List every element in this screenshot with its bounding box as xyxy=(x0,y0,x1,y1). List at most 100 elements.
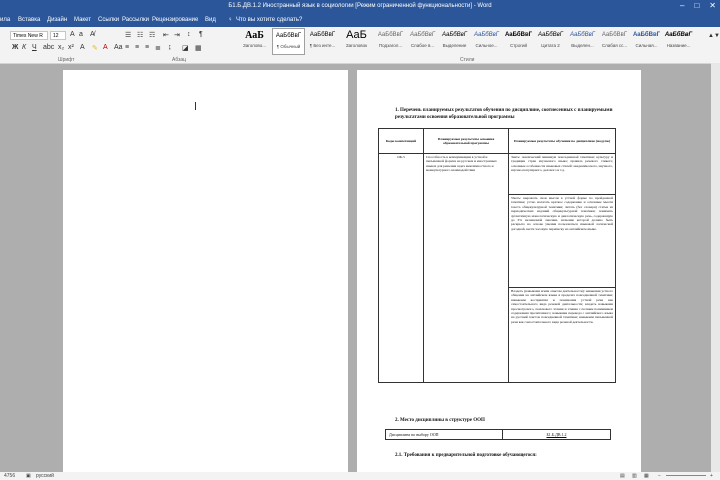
proofing-icon[interactable]: ▣ xyxy=(26,473,31,479)
status-bar: 4756 ▣ русский ▤ ▥ ▦ − + xyxy=(0,472,720,480)
vertical-scrollbar[interactable] xyxy=(711,63,720,472)
section-heading-3: 2.1. Требования к предварительной подгот… xyxy=(395,453,537,458)
shrink-font-icon[interactable]: a xyxy=(79,31,83,38)
style-quote[interactable]: AaБбВвГ Цитата 2 xyxy=(534,28,567,55)
page-right[interactable]: 1. Перечень планируемых результатов обуч… xyxy=(357,70,641,472)
tab-insert[interactable]: Вставка xyxy=(18,17,40,23)
table-header: Коды компетенций xyxy=(378,128,424,154)
show-marks-icon[interactable]: ¶ xyxy=(199,31,203,38)
align-center-icon[interactable]: ≡ xyxy=(135,44,139,51)
tab-design[interactable]: Дизайн xyxy=(47,17,67,23)
style-name: Заголово... xyxy=(243,43,266,48)
style-book-title[interactable]: AaБбВвГ Название... xyxy=(662,28,695,55)
style-name: Слабая сс... xyxy=(601,43,628,48)
italic-icon[interactable]: К xyxy=(22,44,26,51)
style-sample: AaБбВвГ xyxy=(569,32,596,38)
tab-references[interactable]: Ссылки xyxy=(98,17,119,23)
tab-view[interactable]: Вид xyxy=(205,17,216,23)
style-strong[interactable]: AaБбВвГ Строгий xyxy=(502,28,535,55)
increase-indent-icon[interactable]: ⇥ xyxy=(174,31,180,39)
table-row: ОК-5 Способность к коммуникации в устной… xyxy=(378,153,616,383)
style-sample: AaБбВвГ xyxy=(275,33,302,39)
bullets-icon[interactable]: ☰ xyxy=(125,31,131,39)
grow-font-icon[interactable]: A xyxy=(70,31,75,38)
discipline-code: Б1.Б.ДВ.1.2 xyxy=(502,429,611,440)
strikethrough-icon[interactable]: abc xyxy=(43,44,54,51)
title-bar: Б1.Б.ДВ.1.2 Иностранный язык в социологи… xyxy=(0,0,720,14)
style-normal[interactable]: AaБбВвГ ¶ Обычный xyxy=(272,28,305,55)
page-left[interactable] xyxy=(63,70,348,472)
align-right-icon[interactable]: ≡ xyxy=(145,44,149,51)
table-row: Дисциплина по выбору ООП Б1.Б.ДВ.1.2 xyxy=(385,429,611,440)
group-label-font: Шрифт xyxy=(58,57,75,63)
group-label-paragraph: Абзац xyxy=(172,57,187,63)
borders-icon[interactable]: ▦ xyxy=(195,44,202,52)
change-case-icon[interactable]: Aa xyxy=(114,44,123,51)
style-sample: AaБбВвГ xyxy=(309,32,336,38)
style-subtle-emphasis[interactable]: AaБбВвГ Слабое в... xyxy=(406,28,439,55)
clear-format-icon[interactable]: A̸ xyxy=(90,31,95,38)
style-subtle-reference[interactable]: AaБбВвГ Слабая сс... xyxy=(598,28,631,55)
style-intense-quote[interactable]: AaБбВвГ Выделен... xyxy=(566,28,599,55)
web-layout-icon[interactable]: ▦ xyxy=(644,473,649,479)
multilevel-icon[interactable]: ☶ xyxy=(149,31,155,39)
style-emphasis[interactable]: AaБбВвГ Выделение xyxy=(438,28,471,55)
superscript-icon[interactable]: x² xyxy=(68,44,74,51)
style-heading-1[interactable]: AaБ Заголово... xyxy=(238,28,271,55)
maximize-icon[interactable]: □ xyxy=(694,1,699,10)
align-left-icon[interactable]: ≡ xyxy=(125,44,129,51)
tab-file[interactable]: ила xyxy=(0,17,10,23)
style-intense-emphasis[interactable]: AaБбВвГ Сильное... xyxy=(470,28,503,55)
tab-layout[interactable]: Макет xyxy=(74,17,91,23)
highlight-icon[interactable]: ✎ xyxy=(92,44,98,52)
font-size-box[interactable]: 12 xyxy=(50,31,66,40)
read-mode-icon[interactable]: ▤ xyxy=(620,473,625,479)
justify-icon[interactable]: ≣ xyxy=(155,44,161,52)
text-effects-icon[interactable]: A xyxy=(80,44,85,51)
language-indicator[interactable]: русский xyxy=(36,473,54,479)
close-icon[interactable]: ✕ xyxy=(709,1,716,10)
bold-icon[interactable]: Ж xyxy=(12,44,18,51)
styles-scroll-icon[interactable]: ▲▼ xyxy=(708,33,720,39)
zoom-slider[interactable] xyxy=(666,475,706,476)
print-layout-icon[interactable]: ▥ xyxy=(632,473,637,479)
competence-code: ОК-5 xyxy=(378,153,424,383)
style-no-spacing[interactable]: AaБбВвГ ¶ Без инте... xyxy=(306,28,339,55)
section-heading-2: 2. Место дисциплины в структуре ООП xyxy=(395,418,485,423)
font-color-icon[interactable]: A xyxy=(103,44,108,51)
word-count[interactable]: 4756 xyxy=(4,473,15,479)
style-name: Подзагол... xyxy=(378,43,403,48)
style-sample: AaБбВвГ xyxy=(504,32,533,38)
sort-icon[interactable]: ↕ xyxy=(187,31,191,38)
tab-mailings[interactable]: Рассылки xyxy=(122,17,149,23)
numbering-icon[interactable]: ☷ xyxy=(137,31,143,39)
style-name: Слабое в... xyxy=(410,43,435,48)
group-label-styles: Стили xyxy=(460,57,475,63)
tell-me-input[interactable]: Что вы хотите сделать? xyxy=(236,17,302,23)
discipline-label: Дисциплина по выбору ООП xyxy=(385,429,503,440)
style-name: Выделен... xyxy=(571,43,594,48)
text-cursor xyxy=(195,102,196,110)
line-spacing-icon[interactable]: ↨ xyxy=(168,44,172,51)
outcome-possess: Владеть (навыками и/или опытом деятельно… xyxy=(508,287,616,383)
style-name: Заголовок xyxy=(345,43,368,48)
table-header: Планируемые результаты освоения образова… xyxy=(423,128,509,154)
subscript-icon[interactable]: x₂ xyxy=(58,44,64,51)
outcomes-table: Коды компетенций Планируемые результаты … xyxy=(378,128,616,383)
style-title[interactable]: AaБ Заголовок xyxy=(340,28,373,55)
zoom-out-icon[interactable]: − xyxy=(658,473,661,479)
style-subtitle[interactable]: AaБбВвГ Подзагол... xyxy=(374,28,407,55)
font-name-box[interactable]: Times New R xyxy=(10,31,48,40)
minimize-icon[interactable]: – xyxy=(680,1,684,10)
zoom-in-icon[interactable]: + xyxy=(710,473,713,479)
style-name: Сильная... xyxy=(635,43,658,48)
decrease-indent-icon[interactable]: ⇤ xyxy=(163,31,169,39)
style-name: Цитата 2 xyxy=(541,43,560,48)
style-intense-reference[interactable]: AaБбВвГ Сильная... xyxy=(630,28,663,55)
style-sample: AaБбВвГ xyxy=(377,32,404,38)
outcome-know: Знать: лексический минимум повседневной … xyxy=(508,153,616,195)
tab-review[interactable]: Рецензирование xyxy=(152,17,198,23)
shading-icon[interactable]: ◪ xyxy=(182,44,189,52)
underline-icon[interactable]: Ч xyxy=(32,44,37,51)
style-sample: AaБбВвГ xyxy=(409,32,436,38)
